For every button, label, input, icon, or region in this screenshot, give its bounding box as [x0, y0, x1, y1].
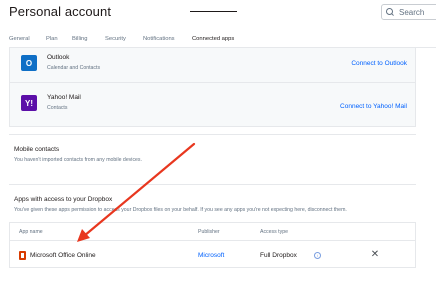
- outlook-icon: O: [21, 55, 37, 71]
- tab-plan[interactable]: Plan: [46, 36, 58, 42]
- app-row-outlook: O Outlook Calendar and Contacts Connect …: [10, 48, 415, 83]
- active-tab-indicator: [190, 11, 237, 12]
- mobile-contacts-description: You haven't imported contacts from any m…: [14, 157, 142, 163]
- search-icon: [386, 7, 395, 17]
- app-name: Outlook: [47, 54, 70, 61]
- yahoo-mail-icon: Y!: [21, 95, 37, 111]
- tab-general[interactable]: General: [9, 36, 30, 42]
- connected-apps-table: App name Publisher Access type Microsoft…: [9, 222, 416, 268]
- app-name: Yahoo! Mail: [47, 94, 81, 101]
- tab-connected-apps[interactable]: Connected apps: [192, 36, 234, 42]
- info-icon[interactable]: i: [314, 252, 321, 259]
- app-description: Contacts: [47, 105, 68, 111]
- mobile-contacts-title: Mobile contacts: [14, 146, 60, 153]
- tab-security[interactable]: Security: [105, 36, 126, 42]
- connect-outlook-link[interactable]: Connect to Outlook: [351, 60, 407, 67]
- section-divider: [9, 184, 416, 185]
- table-header: App name Publisher Access type: [10, 223, 415, 241]
- connect-yahoo-mail-link[interactable]: Connect to Yahoo! Mail: [340, 103, 407, 110]
- tab-billing[interactable]: Billing: [72, 36, 87, 42]
- available-apps-list: O Outlook Calendar and Contacts Connect …: [9, 48, 416, 127]
- app-name-cell: Microsoft Office Online: [30, 252, 96, 259]
- tab-notifications[interactable]: Notifications: [143, 36, 175, 42]
- search-placeholder: Search: [399, 7, 425, 17]
- app-row-yahoo-mail: Y! Yahoo! Mail Contacts Connect to Yahoo…: [10, 84, 415, 127]
- app-description: Calendar and Contacts: [47, 65, 101, 71]
- column-access-type: Access type: [260, 229, 288, 235]
- disconnect-app-button[interactable]: ✕: [369, 248, 381, 260]
- column-app-name: App name: [19, 229, 43, 235]
- search-box[interactable]: Search: [381, 4, 436, 20]
- apps-access-title: Apps with access to your Dropbox: [14, 196, 113, 203]
- publisher-link[interactable]: Microsoft: [198, 252, 224, 259]
- access-type-cell: Full Dropbox: [260, 252, 297, 259]
- apps-access-description: You've given these apps permission to ac…: [14, 207, 347, 213]
- section-divider: [9, 134, 416, 135]
- page-title: Personal account: [9, 4, 112, 19]
- column-publisher: Publisher: [198, 229, 220, 235]
- microsoft-office-icon: [19, 251, 26, 260]
